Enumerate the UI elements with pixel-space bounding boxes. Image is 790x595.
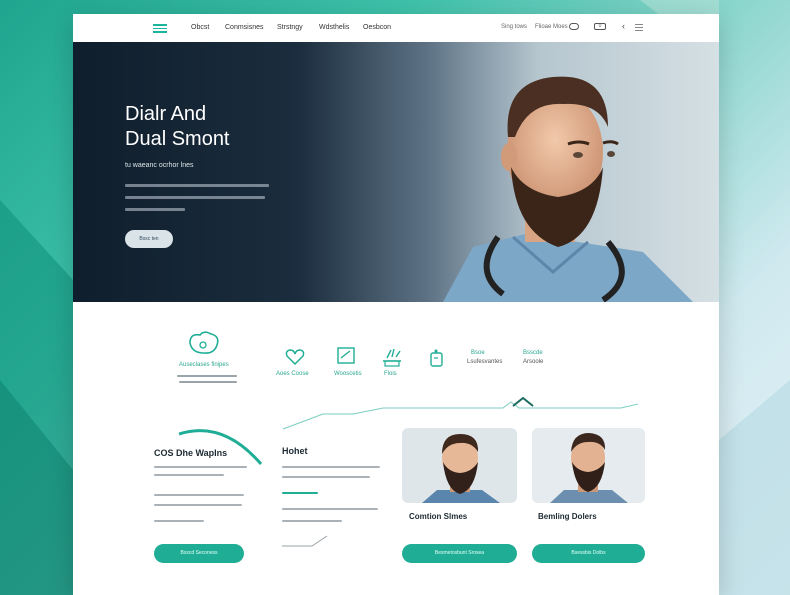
chevron-left-icon[interactable]: ‹	[622, 21, 625, 31]
hero-title: Dialr And Dual Smont	[125, 102, 230, 152]
hero-text-line	[125, 184, 269, 187]
feature-label: Auseclases finipes	[179, 362, 229, 368]
card-2-button[interactable]: Bsessbis Dolbs	[532, 544, 645, 563]
hero-cta-button[interactable]: Bssc ten	[125, 230, 173, 248]
hand-icon	[383, 348, 401, 367]
heart-icon	[285, 349, 305, 366]
section-text-line	[154, 520, 204, 522]
hero-text-line	[125, 208, 185, 211]
section-left-button[interactable]: Bsscd Seconess	[154, 544, 244, 563]
feature-label: Flois	[384, 371, 397, 377]
menu-lines-icon[interactable]	[635, 24, 643, 33]
toggle-switch[interactable]	[569, 23, 579, 30]
checkbox-icon	[337, 347, 355, 364]
hero-banner: Dialr And Dual Smont tu waeanc ocrhor ln…	[73, 42, 719, 302]
badge-button[interactable]: 0	[594, 23, 606, 30]
section-text-line	[282, 476, 370, 478]
section-text-line	[282, 520, 342, 522]
top-navbar: Obcst Conmsisnes Strstngy Wdsthelis Oesb…	[73, 14, 719, 42]
hero-subtitle: tu waeanc ocrhor lnes	[125, 162, 194, 169]
feature-text-line	[179, 381, 237, 383]
nav-link-2[interactable]: Conmsisnes	[225, 24, 264, 31]
section-text-line	[282, 508, 378, 510]
hero-title-line-1: Dialr And	[125, 103, 207, 125]
section-text-line	[154, 474, 224, 476]
doctor-card-image-1	[402, 428, 517, 503]
feature-label: Bsscde	[523, 350, 543, 356]
hamburger-menu-icon[interactable]	[153, 24, 167, 33]
feature-label: Aoes Coose	[276, 371, 309, 377]
section-text-line	[154, 466, 247, 468]
feature-label: Bsoe	[471, 350, 485, 356]
hero-title-line-2: Dual Smont	[125, 128, 230, 150]
card-name-1: Comtion Slmes	[409, 512, 468, 521]
section-text-line	[154, 504, 242, 506]
section-text-line	[154, 494, 244, 496]
feature-label: Lsufesvantes	[467, 359, 503, 365]
nav-link-5[interactable]: Oesbcon	[363, 24, 391, 31]
section-text-line	[282, 466, 380, 468]
nav-link-3[interactable]: Strstngy	[277, 24, 303, 31]
stethoscope-icon	[189, 331, 219, 354]
card-name-2: Bemling Dolers	[538, 512, 597, 521]
doctor-portrait-image	[443, 76, 693, 302]
nav-link-4[interactable]: Wdsthelis	[319, 24, 349, 31]
hero-text-line	[125, 196, 265, 199]
section-title-middle: Hohet	[282, 446, 308, 456]
feature-label: Arsoole	[523, 359, 544, 365]
section-accent-line	[282, 492, 318, 494]
decorative-lines	[282, 535, 328, 547]
nav-link-1[interactable]: Obcst	[191, 24, 209, 31]
device-icon	[430, 349, 443, 367]
feature-label: Wooscetis	[334, 371, 362, 377]
decorative-arc	[178, 429, 263, 465]
nav-right-link-1[interactable]: Sing tows	[501, 24, 527, 30]
nav-right-link-2[interactable]: Flioae Moes	[535, 24, 568, 30]
doctor-card-image-2	[532, 428, 645, 503]
section-title-left: COS Dhe Waplns	[154, 448, 228, 458]
card-1-button[interactable]: Besmetosbunt Srosea	[402, 544, 517, 563]
feature-text-line	[177, 375, 237, 377]
website-page: Obcst Conmsisnes Strstngy Wdsthelis Oesb…	[73, 14, 719, 595]
